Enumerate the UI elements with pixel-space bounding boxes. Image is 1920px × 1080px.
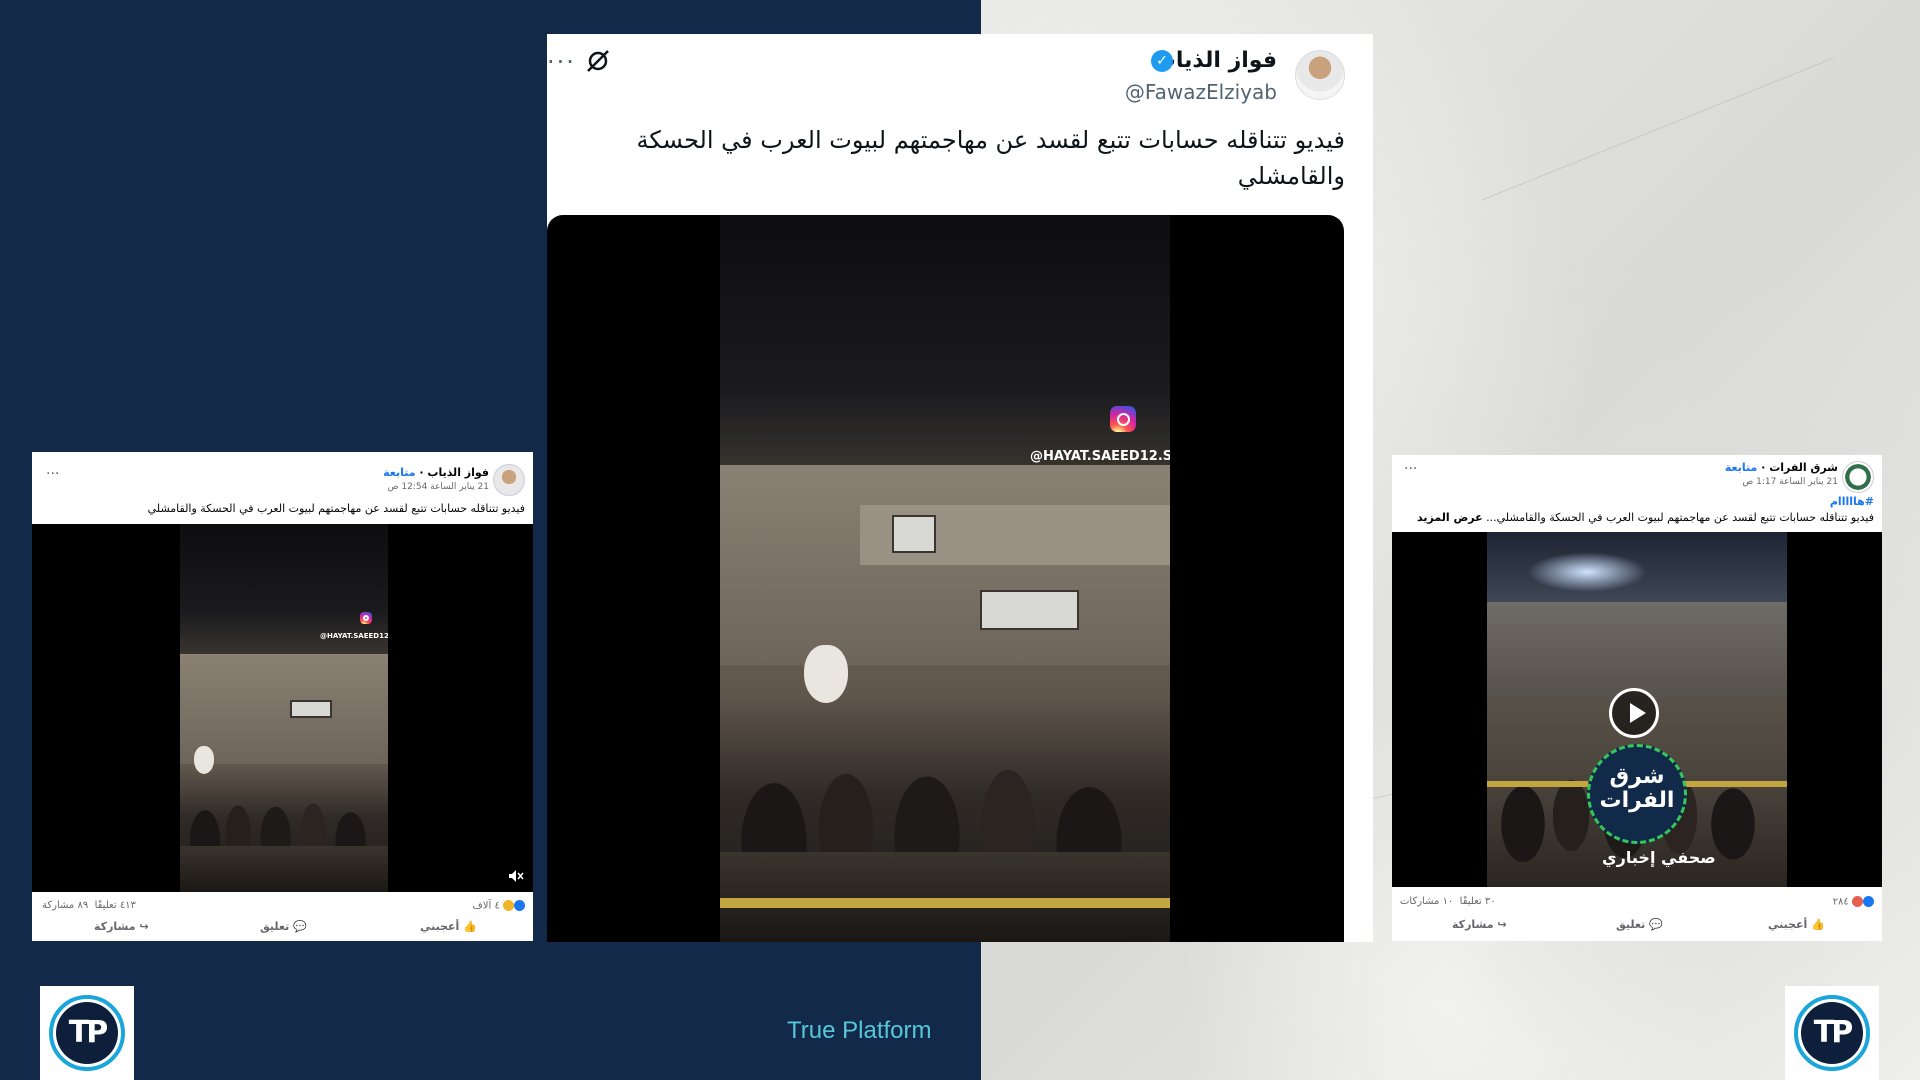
avatar[interactable] (493, 464, 525, 496)
channel-watermark-subtitle: صحفي إخباري (1602, 848, 1716, 867)
video-frame: @HAYAT.SAEED12.S (720, 215, 1170, 942)
comment-count[interactable]: ٣٠ تعليقًا (1460, 896, 1496, 907)
logo-text: TP (1801, 1002, 1863, 1064)
like-button[interactable]: 👍 أعجبني (1768, 918, 1825, 931)
comment-label: تعليق (1616, 918, 1646, 931)
post-text: فيديو تتناقله حسابات تتبع لقسد عن مهاجمت… (1398, 511, 1874, 524)
play-button[interactable] (1609, 688, 1659, 738)
comment-share-count[interactable]: ٤١٣ تعليقًا ٨٩ مشاركة (42, 900, 136, 911)
post-author-name[interactable]: شرق الفرات (1769, 461, 1838, 474)
more-options-icon[interactable]: ··· (1404, 461, 1417, 477)
comment-count[interactable]: ٤١٣ تعليقًا (95, 900, 136, 911)
see-more-link[interactable]: عرض المزيد (1417, 511, 1483, 524)
post-video[interactable]: @HAYAT.SAEED12.S (32, 524, 533, 892)
post-text: فيديو تتناقله حسابات تتبع لقسد عن مهاجمت… (147, 502, 525, 515)
grok-icon[interactable] (585, 48, 611, 74)
brand-line-2: الفرات (1599, 788, 1675, 813)
tweet-text: فيديو تتناقله حسابات تتبع لقسد عن مهاجمت… (636, 126, 1345, 190)
tweet-author-handle[interactable]: @FawazElziyab (1125, 80, 1277, 104)
true-platform-logo-right: TP (1785, 986, 1879, 1080)
share-button[interactable]: ↪ مشاركة (94, 920, 149, 933)
tweet-card: فواز الذياب ✓ @FawazElziyab ··· فيديو تت… (547, 34, 1373, 942)
brand-line-1: شرق (1609, 764, 1665, 789)
post-timestamp[interactable]: 21 يناير الساعة 1:17 ص (1742, 477, 1838, 487)
post-hashtag[interactable]: #هااااام (1830, 495, 1874, 508)
comment-button[interactable]: 💬 تعليق (1616, 918, 1663, 931)
verified-badge-icon: ✓ (1151, 50, 1173, 72)
follow-button[interactable]: متابعة (1725, 461, 1757, 474)
like-button[interactable]: 👍 أعجبني (420, 920, 477, 933)
post-timestamp[interactable]: 21 يناير الساعة 12:54 ص (388, 482, 489, 492)
like-label: أعجبني (1768, 918, 1808, 931)
more-options-icon[interactable]: ··· (547, 48, 576, 76)
avatar[interactable] (1295, 50, 1345, 100)
share-count[interactable]: ٨٩ مشاركة (42, 900, 88, 911)
share-label: مشاركة (94, 920, 136, 933)
more-options-icon[interactable]: ··· (46, 466, 59, 482)
reaction-count-value: ٢٨٤ (1832, 896, 1849, 908)
facebook-post-right: شرق الفرات · متابعة 21 يناير الساعة 1:17… (1392, 455, 1882, 941)
post-video[interactable]: شرق الفرات صحفي إخباري (1392, 532, 1882, 887)
page-avatar[interactable] (1842, 461, 1874, 493)
follow-button[interactable]: متابعة (383, 466, 415, 479)
reaction-count-value: ٤ آلاف (472, 900, 500, 912)
post-author[interactable]: فواز الذياب · متابعة (383, 466, 489, 479)
share-button[interactable]: ↪ مشاركة (1452, 918, 1507, 931)
instagram-icon (1110, 406, 1136, 432)
post-author[interactable]: شرق الفرات · متابعة (1725, 461, 1838, 474)
reaction-count[interactable]: ٤ آلاف (472, 900, 525, 912)
facebook-post-left: فواز الذياب · متابعة 21 يناير الساعة 12:… (32, 452, 533, 941)
reaction-count[interactable]: ٢٨٤ (1833, 896, 1874, 908)
comment-label: تعليق (260, 920, 290, 933)
post-author-name[interactable]: فواز الذياب (427, 466, 489, 479)
video-frame: @HAYAT.SAEED12.S (180, 524, 388, 892)
video-watermark: @HAYAT.SAEED12.S (1030, 449, 1170, 464)
footer-brand-text: True Platform (787, 1017, 932, 1044)
true-platform-logo-left: TP (40, 986, 134, 1080)
logo-text: TP (56, 1002, 118, 1064)
channel-watermark-logo: شرق الفرات (1587, 744, 1687, 844)
post-text-body: فيديو تتناقله حسابات تتبع لقسد عن مهاجمت… (1486, 511, 1874, 524)
share-label: مشاركة (1452, 918, 1494, 931)
like-label: أعجبني (420, 920, 460, 933)
instagram-icon (360, 612, 372, 624)
comment-share-count[interactable]: ٣٠ تعليقًا ١٠ مشاركات (1400, 896, 1496, 907)
video-glare (1527, 552, 1647, 592)
tweet-video[interactable]: @HAYAT.SAEED12.S (547, 215, 1344, 942)
comment-button[interactable]: 💬 تعليق (260, 920, 307, 933)
video-watermark: @HAYAT.SAEED12.S (320, 632, 388, 640)
share-count[interactable]: ١٠ مشاركات (1400, 896, 1453, 907)
speaker-muted-icon[interactable] (507, 867, 525, 885)
